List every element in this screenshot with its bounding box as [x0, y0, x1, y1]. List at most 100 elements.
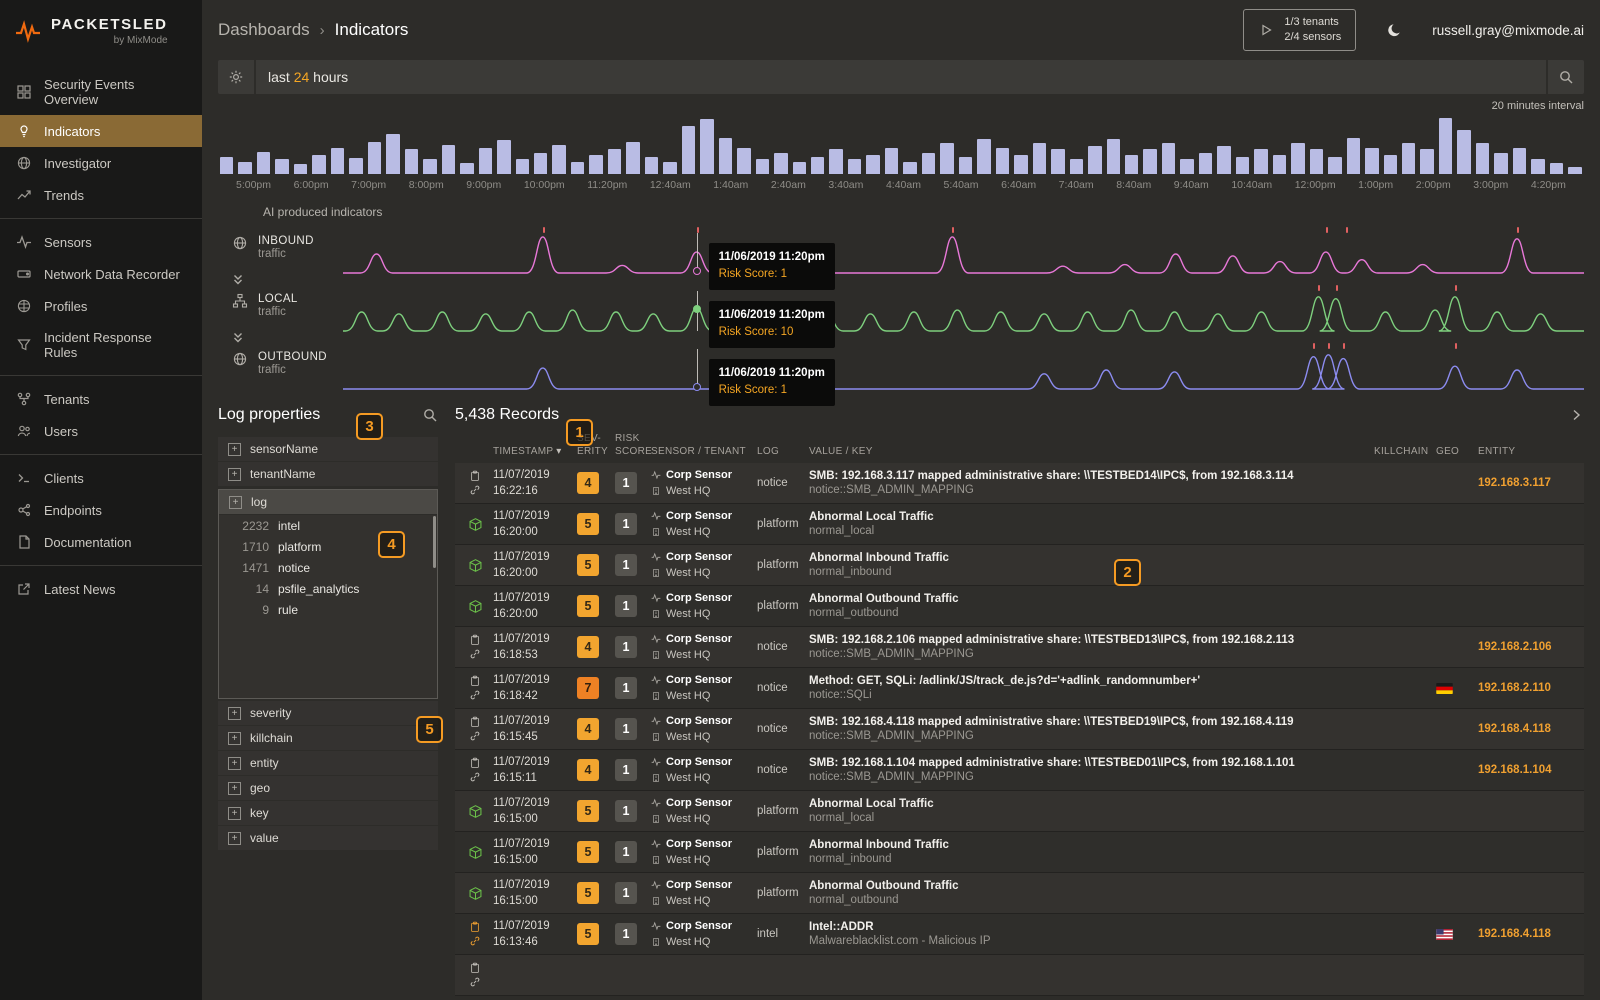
expand-icon[interactable]: + — [228, 731, 241, 745]
table-row[interactable]: 11/07/2019 16:13:46 5 1 Corp Sensor West HQ in… — [455, 914, 1584, 955]
timeline-bar[interactable] — [1143, 149, 1157, 174]
expand-icon[interactable]: + — [228, 706, 241, 720]
sidebar-item-sensors[interactable]: Sensors — [0, 226, 202, 258]
timeline-bar[interactable] — [718, 138, 733, 174]
timeline-bar[interactable] — [1549, 162, 1564, 174]
timeline-bar[interactable] — [755, 159, 770, 174]
sidebar-item-investigator[interactable]: Investigator — [0, 147, 202, 179]
timeline-bar[interactable] — [1328, 157, 1342, 174]
timeline-bar[interactable] — [1568, 167, 1582, 174]
timeline-bar[interactable] — [1180, 159, 1194, 174]
timeline-bar[interactable] — [958, 157, 973, 174]
timeline-bar[interactable] — [1254, 149, 1268, 174]
timeline-bar[interactable] — [607, 149, 622, 174]
table-row[interactable]: 11/07/2019 16:15:11 4 1 Corp Sensor West HQ no… — [455, 750, 1584, 791]
timeline-bar[interactable] — [386, 133, 400, 174]
timeline-bar[interactable] — [1420, 149, 1434, 174]
timeline-bar[interactable] — [1124, 154, 1139, 174]
expand-icon[interactable]: + — [228, 806, 241, 820]
timeline-bar[interactable] — [460, 162, 474, 174]
cell-entity[interactable]: 192.168.4.118 — [1478, 723, 1582, 735]
chevron-right-icon[interactable] — [1568, 407, 1584, 423]
log-child-notice[interactable]: 1471 notice — [219, 557, 437, 578]
log-child-rule[interactable]: 9 rule — [219, 599, 437, 620]
sidebar-item-users[interactable]: Users — [0, 415, 202, 447]
table-row[interactable]: 11/07/2019 16:20:00 5 1 Corp Sensor West HQ pl… — [455, 586, 1584, 627]
log-property-value[interactable]: + value — [218, 826, 438, 851]
table-row[interactable]: 11/07/2019 16:15:00 5 1 Corp Sensor West HQ pl… — [455, 873, 1584, 914]
timeline-bar[interactable] — [1032, 142, 1047, 174]
log-property-tenantName[interactable]: + tenantName — [218, 462, 438, 487]
table-row[interactable]: 11/07/2019 16:15:00 5 1 Corp Sensor West HQ pl… — [455, 791, 1584, 832]
timeline-bar[interactable] — [552, 144, 566, 174]
search-query-input[interactable]: last 24 hours — [256, 69, 1546, 85]
log-property-killchain[interactable]: + killchain — [218, 726, 438, 751]
timeline-bar[interactable] — [570, 161, 585, 174]
timeline-bar[interactable] — [847, 159, 862, 174]
timeline-bar[interactable] — [884, 148, 899, 174]
timeline-bar[interactable] — [1161, 142, 1176, 174]
cell-entity[interactable]: 192.168.4.118 — [1478, 928, 1582, 940]
timeline-bar[interactable] — [533, 152, 548, 174]
timeline-bar[interactable] — [681, 125, 696, 174]
sidebar-item-security-events-overview[interactable]: Security Events Overview — [0, 69, 202, 115]
breadcrumb-dashboards[interactable]: Dashboards — [218, 20, 310, 40]
table-row[interactable]: 11/07/2019 16:18:42 7 1 Corp Sensor West HQ no… — [455, 668, 1584, 709]
timeline-bar[interactable] — [589, 154, 603, 174]
timeline-bar[interactable] — [367, 141, 382, 174]
timeline-bar[interactable] — [1457, 130, 1471, 174]
log-property-log[interactable]: + log — [219, 490, 437, 515]
timeline-bar[interactable] — [312, 154, 326, 174]
timeline-bar[interactable] — [663, 161, 677, 174]
tenants-sensors-button[interactable]: 1/3 tenants 2/4 sensors — [1243, 8, 1357, 52]
traffic-chart[interactable]: 11/06/2019 11:20pm Risk Score: 1 — [343, 339, 1584, 406]
timeline-bar[interactable] — [737, 148, 751, 174]
timeline-bar[interactable] — [903, 161, 917, 174]
timeline-bar[interactable] — [977, 139, 991, 174]
log-property-severity[interactable]: + severity — [218, 701, 438, 726]
timeline-bar[interactable] — [330, 148, 345, 174]
timeline-bar[interactable] — [1291, 142, 1305, 174]
table-row[interactable]: 11/07/2019 16:15:00 5 1 Corp Sensor West HQ pl… — [455, 832, 1584, 873]
user-email[interactable]: russell.gray@mixmode.ai — [1432, 23, 1584, 38]
timeline-bar[interactable] — [1402, 142, 1416, 174]
cell-entity[interactable]: 192.168.3.117 — [1478, 477, 1582, 489]
sidebar-item-incident-response-rules[interactable]: Incident Response Rules — [0, 322, 202, 368]
timeline-bar[interactable] — [1383, 154, 1397, 174]
expand-icon[interactable]: + — [229, 495, 242, 509]
timeline-bar[interactable] — [515, 159, 529, 174]
chevrons-down-icon[interactable] — [230, 272, 246, 288]
column-header-entity[interactable]: ENTITY — [1478, 446, 1582, 459]
gear-icon[interactable] — [218, 60, 256, 94]
timeline-bar[interactable] — [220, 157, 234, 174]
timeline-bar[interactable] — [256, 151, 271, 174]
moon-icon[interactable] — [1386, 22, 1402, 38]
timeline-bar[interactable] — [1365, 148, 1379, 174]
table-row[interactable]: 11/07/2019 16:22:16 4 1 Corp Sensor West HQ no… — [455, 463, 1584, 504]
timeline-bar[interactable] — [1198, 152, 1213, 174]
timeline-bar[interactable] — [1512, 148, 1527, 174]
timeline-bar[interactable] — [644, 157, 659, 174]
log-property-entity[interactable]: + entity — [218, 751, 438, 776]
timeline-bar[interactable] — [293, 163, 308, 174]
timeline-bar[interactable] — [1494, 152, 1508, 174]
traffic-chart[interactable]: 11/06/2019 11:20pm Risk Score: 10 — [343, 281, 1584, 348]
sidebar-item-profiles[interactable]: Profiles — [0, 290, 202, 322]
timeline-bar[interactable] — [497, 140, 511, 174]
log-properties-search-icon[interactable] — [422, 407, 438, 423]
timeline-bar[interactable] — [700, 119, 714, 174]
timeline-bar[interactable] — [1069, 159, 1084, 174]
timeline-bar[interactable] — [1217, 146, 1231, 174]
column-header-value-key[interactable]: VALUE / KEY — [809, 446, 1374, 459]
timeline-bar[interactable] — [774, 152, 788, 174]
sidebar-item-tenants[interactable]: Tenants — [0, 383, 202, 415]
table-row[interactable]: 11/07/2019 16:18:53 4 1 Corp Sensor West HQ no… — [455, 627, 1584, 668]
timeline-bar[interactable] — [829, 149, 843, 174]
expand-icon[interactable]: + — [228, 831, 241, 845]
log-property-geo[interactable]: + geo — [218, 776, 438, 801]
column-header-sensor-tenant[interactable]: SENSOR / TENANT — [651, 446, 757, 459]
timeline-bar[interactable] — [1438, 118, 1453, 174]
expand-icon[interactable]: + — [228, 781, 241, 795]
timeline-bar[interactable] — [995, 148, 1010, 174]
sidebar-item-indicators[interactable]: Indicators — [0, 115, 202, 147]
